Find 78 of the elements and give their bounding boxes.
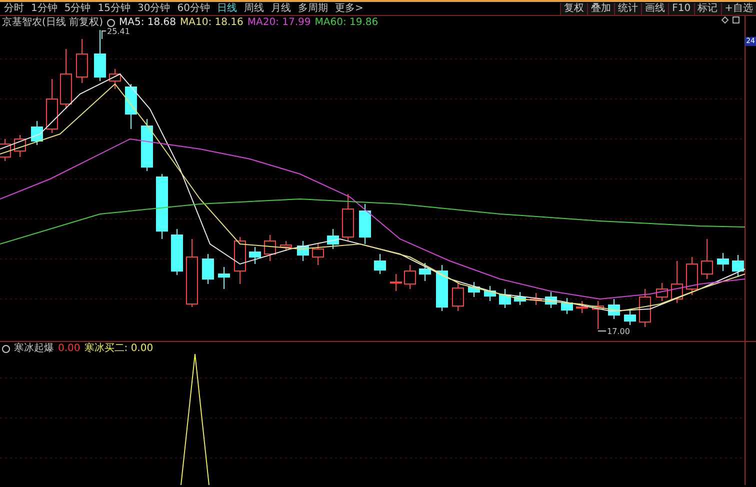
period-tab[interactable]: 更多> — [332, 2, 366, 14]
candlestick — [156, 174, 168, 240]
indicator-title: 寒冰起爆 — [14, 343, 54, 355]
candlestick — [94, 30, 106, 82]
candlestick — [31, 120, 43, 146]
candlestick — [686, 256, 698, 296]
stock-title: 京基智农(日线 前复权) — [2, 17, 103, 29]
candlestick — [109, 68, 121, 90]
candlestick — [404, 264, 416, 290]
candlestick — [327, 228, 339, 250]
candlestick — [484, 286, 496, 302]
candlestick — [125, 84, 137, 130]
period-tab[interactable]: 5分钟 — [62, 2, 93, 14]
ma-value: MA5: 18.68 — [118, 17, 176, 28]
candlestick — [171, 228, 183, 276]
candlestick — [359, 204, 371, 244]
candlestick — [468, 282, 480, 298]
candlestick — [218, 266, 230, 290]
candlestick — [0, 138, 11, 162]
ma-value: MA60: 19.86 — [314, 17, 378, 29]
candlestick — [14, 134, 26, 158]
candlestick — [436, 264, 448, 312]
toolbar-button[interactable]: 标记 — [694, 2, 721, 14]
candlestick — [561, 298, 573, 314]
candlestick — [624, 308, 636, 326]
candlestick — [419, 262, 431, 282]
square-icon — [732, 16, 740, 24]
indicator-value: 0.00 — [58, 343, 80, 355]
candlestick — [514, 292, 526, 306]
toolbar-button[interactable]: 复权 — [560, 2, 588, 14]
candlestick — [576, 300, 588, 314]
low-price-label: 17.00 — [598, 327, 630, 336]
indicator-value: 寒冰买二: 0.00 — [84, 343, 154, 355]
period-tab[interactable]: 分时 — [2, 2, 26, 14]
toolbar-button[interactable]: 叠加 — [587, 2, 614, 14]
period-tab[interactable]: 周线 — [242, 2, 266, 14]
period-tab[interactable]: 月线 — [268, 2, 293, 14]
period-tab[interactable]: 1分钟 — [29, 2, 60, 14]
candlestick — [499, 288, 511, 308]
candlestick — [732, 254, 744, 278]
candlestick — [202, 254, 214, 284]
candlestick — [280, 240, 292, 252]
candlestick — [701, 238, 713, 280]
period-tab[interactable]: 15分钟 — [96, 2, 132, 14]
candlestick — [374, 254, 386, 274]
high-price-label: 25.41 — [102, 27, 130, 40]
candlestick — [608, 298, 620, 320]
toolbar-button[interactable]: +自选 — [720, 2, 756, 14]
candlestick — [530, 292, 542, 306]
candlestick — [234, 236, 246, 284]
candlestick — [60, 48, 72, 110]
candlestick — [76, 38, 88, 84]
toolbar-button[interactable]: 画线 — [641, 2, 668, 14]
toolbar-button[interactable]: F10 — [668, 2, 694, 14]
candlestick — [545, 292, 557, 308]
candlestick — [141, 118, 153, 172]
candlestick — [342, 194, 354, 242]
ma-value: MA10: 18.16 — [180, 17, 244, 29]
diamond-icon — [721, 16, 729, 24]
candlestick — [46, 78, 58, 134]
candlestick — [592, 300, 604, 330]
candlestick — [312, 242, 324, 266]
candlestick — [717, 252, 729, 272]
period-tab[interactable]: 30分钟 — [135, 2, 172, 14]
toolbar-button[interactable]: 统计 — [614, 2, 642, 14]
candlestick — [671, 260, 683, 304]
candlestick — [186, 238, 198, 308]
candlestick — [264, 234, 276, 262]
candlestick — [656, 282, 668, 302]
candlestick — [452, 282, 464, 312]
period-tab[interactable]: 多周期 — [296, 2, 330, 14]
candlestick — [249, 246, 261, 264]
candlestick — [390, 274, 402, 292]
period-tab[interactable]: 日线 — [214, 2, 239, 14]
candlestick — [297, 240, 309, 262]
period-tab[interactable]: 60分钟 — [175, 2, 212, 14]
candlestick — [639, 288, 651, 328]
ma-value: MA20: 17.99 — [247, 17, 311, 29]
